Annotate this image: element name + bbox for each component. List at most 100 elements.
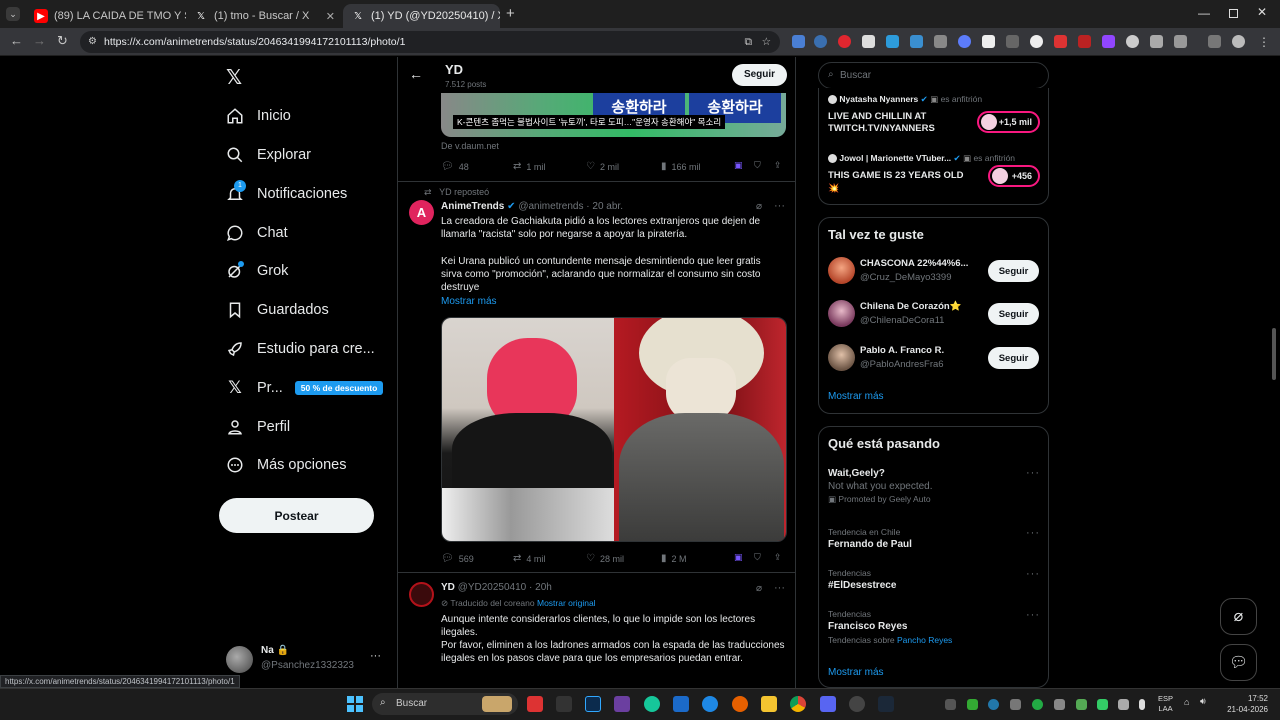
network-icon[interactable]: ⌂ [1184, 697, 1189, 707]
microphone-icon[interactable] [1139, 699, 1145, 710]
extension-icon-9[interactable] [982, 35, 995, 48]
more-dots-icon[interactable]: ··· [1026, 527, 1040, 539]
bookmark-icon[interactable]: ⛉ [754, 160, 761, 171]
url-field[interactable]: ⚙ https://x.com/animetrends/status/20463… [80, 31, 780, 53]
steam-icon[interactable] [878, 696, 894, 712]
tray-icon-4[interactable] [1010, 699, 1021, 710]
tray-icon-9[interactable] [1118, 699, 1129, 710]
extension-icon-6[interactable] [910, 35, 923, 48]
grok-analyze-icon[interactable]: ▣ [734, 552, 743, 563]
sidebar-item-premium[interactable]: 𝕏 Pr... 50 % de descuento [226, 376, 384, 400]
language-indicator[interactable]: ESP LAA [1158, 694, 1173, 714]
menu-list-icon[interactable] [1208, 35, 1221, 48]
tray-icon-1[interactable] [945, 699, 956, 710]
listener-pill[interactable]: +456 [988, 165, 1040, 187]
tab-x-yd[interactable]: 𝕏 (1) YD (@YD20250410) / X ✕ [343, 4, 500, 28]
tray-icon-7[interactable] [1076, 699, 1087, 710]
sidebar-item-perfil[interactable]: Perfil [226, 415, 290, 439]
reply-button[interactable]: 💬︎ 569 [441, 553, 474, 564]
app-icon-5[interactable] [644, 696, 660, 712]
tweet-time[interactable]: 20h [535, 582, 552, 593]
show-more-link[interactable]: Mostrar más [828, 391, 884, 402]
app-icon-2[interactable] [556, 696, 572, 712]
more-dots-icon[interactable]: ··· [1026, 568, 1040, 580]
link-source[interactable]: De v.daum.net [441, 141, 499, 151]
views-button[interactable]: ▮ 2 M [661, 553, 687, 564]
tray-icon-6[interactable] [1054, 699, 1065, 710]
windows-start-icon[interactable] [347, 696, 363, 712]
suggested-user[interactable]: Chilena De Corazón⭐ @ChilenaDeCora11 [828, 300, 978, 330]
show-more-link[interactable]: Mostrar más [441, 296, 497, 307]
sidebar-item-chat[interactable]: Chat [226, 221, 288, 245]
close-icon[interactable]: ✕ [320, 10, 335, 23]
tray-icon-2[interactable] [967, 699, 978, 710]
follow-button[interactable]: Seguir [732, 64, 787, 86]
follow-button[interactable]: Seguir [988, 303, 1039, 325]
extension-icon-13[interactable] [1078, 35, 1091, 48]
grok-float-button[interactable]: ⌀ [1220, 598, 1257, 635]
account-switcher[interactable]: Na 🔒 @Psanchez1332323 ··· [226, 644, 386, 678]
sidebar-item-estudio[interactable]: Estudio para cre... [226, 337, 375, 361]
sidebar-item-explorar[interactable]: Explorar [226, 143, 311, 167]
opera-icon[interactable] [838, 35, 851, 48]
volume-icon[interactable]: 🔊︎ [1200, 696, 1206, 707]
app-icon-12[interactable] [849, 696, 865, 712]
repost-button[interactable]: ⇄ 1 mil [513, 161, 545, 172]
trend-item[interactable]: Tendencia en Chile Fernando de Paul [828, 527, 1038, 557]
like-button[interactable]: ♡ 28 mil [586, 553, 624, 564]
kebab-menu-icon[interactable]: ⋮ [1258, 35, 1271, 49]
tray-icon-5[interactable] [1032, 699, 1043, 710]
author-handle[interactable]: @YD20250410 [458, 582, 527, 593]
grok-analyze-icon[interactable]: ▣ [734, 160, 743, 171]
messages-float-button[interactable]: 💬︎ [1220, 644, 1257, 681]
taskbar-search[interactable]: ⌕ Buscar [372, 693, 518, 715]
follow-button[interactable]: Seguir [988, 260, 1039, 282]
forward-arrow-icon[interactable]: → [33, 33, 46, 48]
minimize-icon[interactable]: — [1198, 6, 1210, 20]
tab-x-search[interactable]: 𝕏 (1) tmo - Buscar / X ✕ [186, 4, 343, 28]
puzzle-icon[interactable] [1174, 35, 1187, 48]
trend-item[interactable]: Tendencias #ElDesestrece [828, 568, 1038, 598]
avatar[interactable] [409, 582, 434, 607]
like-button[interactable]: ♡ 2 mil [586, 161, 619, 172]
bookmark-star-icon[interactable]: ☆ [762, 31, 771, 53]
listener-pill[interactable]: +1,5 mil [977, 111, 1040, 133]
bookmark-icon[interactable]: ⛉ [754, 552, 761, 563]
more-dots-icon[interactable]: ··· [774, 200, 785, 212]
extension-icon-4[interactable] [862, 35, 875, 48]
extension-icon-11[interactable] [1030, 35, 1043, 48]
extension-icon-7[interactable] [934, 35, 947, 48]
post-button[interactable]: Postear [219, 498, 374, 533]
photoshop-icon[interactable] [585, 696, 601, 712]
live-item[interactable]: Nyatasha Nyanners ✔ ▣ es anfitrión LIVE … [828, 94, 1043, 144]
author-name[interactable]: AnimeTrends [441, 201, 504, 212]
share-icon[interactable]: ⇪ [774, 552, 782, 563]
discord-icon[interactable] [820, 696, 836, 712]
chrome-icon[interactable] [790, 696, 806, 712]
share-icon[interactable]: ⇪ [774, 160, 782, 171]
tab-list-chevron-icon[interactable]: ⌄ [6, 7, 20, 21]
trend-item[interactable]: Wait,Geely? Not what you expected. ▣ Pro… [828, 468, 1038, 512]
tray-icon-3[interactable] [988, 699, 999, 710]
follow-button[interactable]: Seguir [988, 347, 1039, 369]
live-item[interactable]: Jowol | Marionette VTuber... ✔ ▣ es anfi… [828, 153, 1043, 203]
window-close-icon[interactable]: ✕ [1257, 5, 1267, 19]
file-explorer-icon[interactable] [761, 696, 777, 712]
translate-icon[interactable] [792, 35, 805, 48]
tray-icon-8[interactable] [1097, 699, 1108, 710]
profile-avatar-icon[interactable] [1232, 35, 1245, 48]
repost-button[interactable]: ⇄ 4 mil [513, 553, 545, 564]
new-tab-icon[interactable]: + [506, 5, 515, 22]
app-icon-6[interactable] [673, 696, 689, 712]
author-handle[interactable]: @animetrends [518, 201, 583, 212]
extension-icon-14[interactable] [1102, 35, 1115, 48]
page-scrollbar[interactable] [1272, 328, 1276, 380]
tweet-media-image[interactable]: 송환하라 송환하라 K-콘텐츠 좀먹는 불법사이트 '뉴토끼', 타로 도피…"… [441, 93, 786, 137]
app-icon-7[interactable] [702, 696, 718, 712]
tweet-media-image[interactable] [441, 317, 787, 542]
download-ext-icon[interactable] [886, 35, 899, 48]
firefox-icon[interactable] [732, 696, 748, 712]
views-button[interactable]: ▮ 166 mil [661, 161, 701, 172]
show-original-link[interactable]: Mostrar original [537, 598, 596, 608]
search-input[interactable]: ⌕ Buscar [818, 62, 1049, 89]
